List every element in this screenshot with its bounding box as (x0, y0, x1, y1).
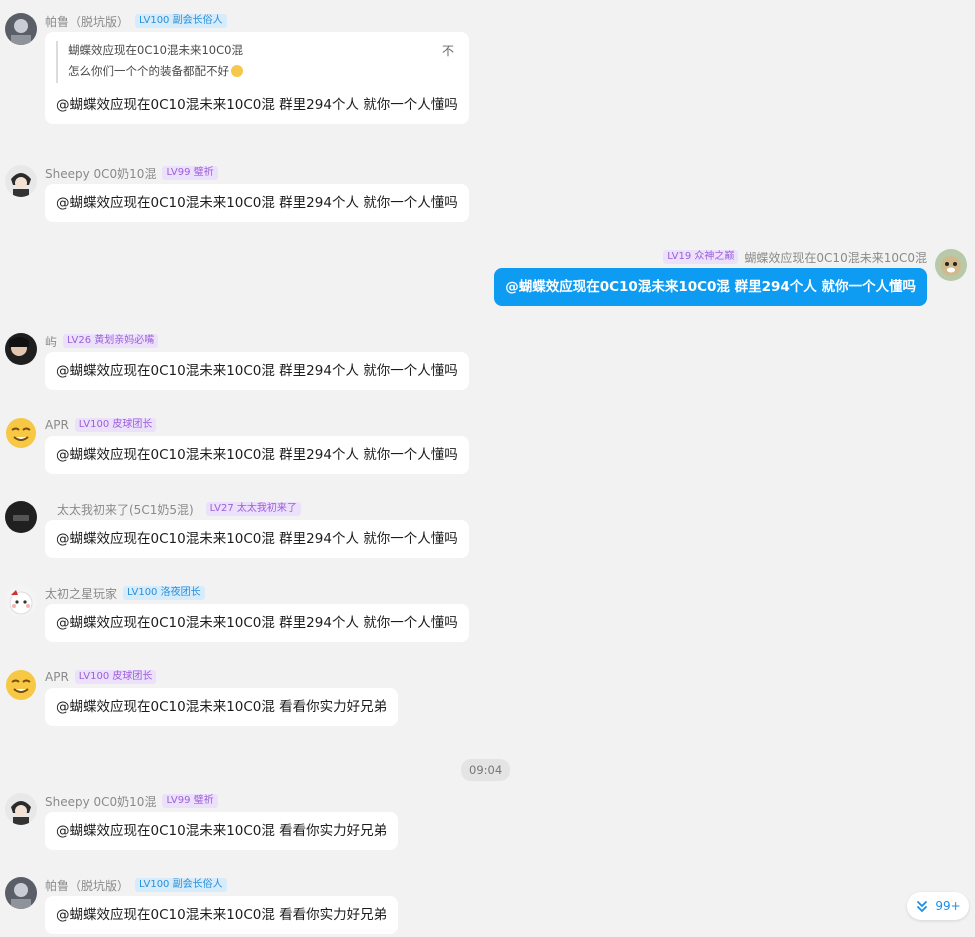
message-bubble[interactable]: @蝴蝶效应现在0C10混未来10C0混 群里294个人 就你一个人懂吗 (45, 184, 469, 222)
message-item: Sheepy 0C0奶10混 LV99 璧祈 @蝴蝶效应现在0C10混未来10C… (5, 793, 965, 853)
level-badge: LV100 皮球团长 (74, 670, 157, 684)
unread-count: 99+ (935, 899, 961, 913)
avatar[interactable] (935, 249, 967, 281)
level-badge: LV19 众神之巅 (663, 250, 739, 264)
message-bubble[interactable]: @蝴蝶效应现在0C10混未来10C0混 看看你实力好兄弟 (45, 688, 399, 726)
level-badge: LV99 璧祈 (162, 166, 218, 180)
sender-name[interactable]: 太初之星玩家 (45, 585, 117, 602)
quote-text: 怎么你们一个个的装备都配不好 (68, 59, 458, 83)
message-item: APR LV100 皮球团长 @蝴蝶效应现在0C10混未来10C0混 群里294… (5, 417, 965, 477)
avatar[interactable] (5, 333, 37, 365)
own-message-item: LV19 众神之巅 蝴蝶效应现在0C10混未来10C0混 @蝴蝶效应现在0C10… (487, 249, 967, 309)
message-bubble[interactable]: @蝴蝶效应现在0C10混未来10C0混 看看你实力好兄弟 (45, 812, 399, 850)
avatar[interactable] (5, 417, 37, 449)
message-item: Sheepy 0C0奶10混 LV99 璧祈 @蝴蝶效应现在0C10混未来10C… (5, 165, 965, 225)
avatar[interactable] (5, 501, 37, 533)
level-badge: LV100 副会长俗人 (135, 878, 227, 892)
double-chevron-down-icon (917, 901, 928, 913)
unread-jump-button[interactable]: 99+ (907, 892, 969, 920)
quoted-message[interactable]: 蝴蝶效应现在0C10混未来10C0混 怎么你们一个个的装备都配不好 不 (56, 41, 458, 83)
sender-name[interactable]: 屿 (45, 333, 57, 350)
sender-name[interactable]: Sheepy 0C0奶10混 (45, 793, 156, 810)
message-text: @蝴蝶效应现在0C10混未来10C0混 群里294个人 就你一个人懂吗 (56, 97, 458, 113)
message-item: 太初之星玩家 LV100 洛夜团长 @蝴蝶效应现在0C10混未来10C0混 群里… (5, 585, 965, 645)
message-item: 屿 LV26 黄划亲妈必嘴 @蝴蝶效应现在0C10混未来10C0混 群里294个… (5, 333, 965, 393)
message-bubble[interactable]: @蝴蝶效应现在0C10混未来10C0混 群里294个人 就你一个人懂吗 (494, 268, 927, 306)
sender-name[interactable]: 蝴蝶效应现在0C10混未来10C0混 (744, 249, 927, 266)
message-item: 帕鲁（脱坑版） LV100 副会长俗人 蝴蝶效应现在0C10混未来10C0混 怎… (5, 13, 965, 141)
sender-name[interactable]: 帕鲁（脱坑版） (45, 877, 129, 894)
message-bubble[interactable]: 蝴蝶效应现在0C10混未来10C0混 怎么你们一个个的装备都配不好 不 @蝴蝶效… (45, 32, 469, 124)
quote-close-text: 不 (441, 44, 454, 58)
message-item: APR LV100 皮球团长 @蝴蝶效应现在0C10混未来10C0混 看看你实力… (5, 669, 965, 729)
avatar[interactable] (5, 669, 37, 701)
level-badge: LV99 璧祈 (162, 794, 218, 808)
avatar[interactable] (5, 877, 37, 909)
avatar[interactable] (5, 585, 37, 617)
avatar[interactable] (5, 165, 37, 197)
level-badge: LV100 皮球团长 (74, 418, 157, 432)
sender-name[interactable]: Sheepy 0C0奶10混 (45, 165, 156, 182)
message-item: 帕鲁（脱坑版） LV100 副会长俗人 @蝴蝶效应现在0C10混未来10C0混 … (5, 877, 965, 937)
message-bubble[interactable]: @蝴蝶效应现在0C10混未来10C0混 群里294个人 就你一个人懂吗 (45, 604, 469, 642)
message-bubble[interactable]: @蝴蝶效应现在0C10混未来10C0混 群里294个人 就你一个人懂吗 (45, 520, 469, 558)
level-badge: LV26 黄划亲妈必嘴 (63, 334, 159, 348)
message-bubble[interactable]: @蝴蝶效应现在0C10混未来10C0混 看看你实力好兄弟 (45, 896, 399, 934)
level-badge: LV100 副会长俗人 (135, 14, 227, 28)
message-bubble[interactable]: @蝴蝶效应现在0C10混未来10C0混 群里294个人 就你一个人懂吗 (45, 436, 469, 474)
time-divider: 09:04 (461, 759, 511, 781)
sender-name[interactable]: 太太我初来了(5C1奶5混) (57, 501, 194, 518)
emoji-icon (231, 65, 243, 77)
message-bubble[interactable]: @蝴蝶效应现在0C10混未来10C0混 群里294个人 就你一个人懂吗 (45, 352, 469, 390)
level-badge: LV27 太太我初来了 (205, 502, 301, 516)
avatar[interactable] (5, 13, 37, 45)
level-badge: LV100 洛夜团长 (123, 586, 205, 600)
sender-name[interactable]: APR (45, 670, 69, 684)
avatar[interactable] (5, 793, 37, 825)
message-item: 太太我初来了(5C1奶5混) LV27 太太我初来了 @蝴蝶效应现在0C10混未… (5, 501, 965, 561)
quote-author: 蝴蝶效应现在0C10混未来10C0混 (68, 43, 243, 57)
sender-name[interactable]: 帕鲁（脱坑版） (45, 13, 129, 30)
sender-name[interactable]: APR (45, 418, 69, 432)
